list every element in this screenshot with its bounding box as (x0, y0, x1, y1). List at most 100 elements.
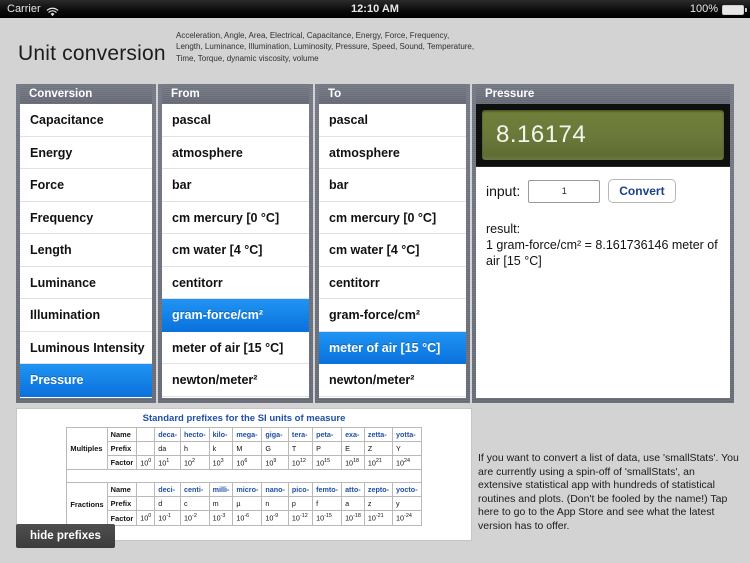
to-item-7[interactable]: meter of air [15 °C] (319, 331, 466, 364)
battery-percent-label: 100% (689, 3, 718, 15)
to-item-8[interactable]: newton/meter² (319, 364, 466, 397)
to-item-2[interactable]: bar (319, 169, 466, 202)
multiples-prefix-2: k (208, 441, 234, 456)
from-panel: From pascal atmosphere bar cm mercury [0 °C… (158, 84, 313, 403)
from-item-2[interactable]: bar (162, 169, 309, 202)
fractions-prefix-5: p (287, 496, 314, 512)
result-panel-body: 8.16174 input: 1 Convert result: 1 gram-… (476, 104, 730, 398)
input-label: input: (486, 183, 521, 199)
conversion-item-1[interactable]: Energy (20, 137, 152, 169)
multiples-factor-8: 1021 (363, 454, 394, 471)
multiples-name-0: deca- (154, 427, 182, 442)
from-item-0[interactable]: pascal (162, 104, 309, 137)
input-field[interactable]: 1 (528, 179, 601, 203)
to-item-0[interactable]: pascal (319, 104, 466, 137)
multiples-prefix-8: Z (363, 441, 394, 456)
fractions-name-3: micro- (232, 482, 263, 498)
to-item-6[interactable]: gram-force/cm² (319, 299, 466, 332)
prefix-table: Multiples Name deca-hecto-kilo-mega-giga-t… (66, 426, 422, 526)
multiples-factor-5: 1012 (287, 454, 314, 471)
multiples-prefix-3: M (232, 441, 263, 456)
fractions-prefix-1: c (180, 496, 210, 512)
multiples-name-9: yotta- (392, 427, 422, 442)
conversion-item-2[interactable]: Force (20, 169, 152, 202)
result-text: 1 gram-force/cm² = 8.161736146 meter of … (486, 238, 718, 268)
subtitle-categories: Acceleration, Angle, Area, Electrical, C… (176, 31, 475, 63)
to-item-4[interactable]: cm water [4 °C] (319, 234, 466, 267)
multiples-factor-2: 103 (208, 454, 234, 471)
conversion-item-5[interactable]: Luminance (20, 267, 152, 299)
to-list[interactable]: pascal atmosphere bar cm mercury [0 °C] cm w… (319, 104, 466, 398)
from-item-3[interactable]: cm mercury [0 °C] (162, 202, 309, 234)
to-item-3[interactable]: cm mercury [0 °C] (319, 202, 466, 234)
fractions-prefix-3: µ (232, 496, 263, 512)
fractions-name-1: centi- (180, 482, 210, 498)
fractions-factor-2: 10-3 (208, 510, 234, 526)
multiples-factor-3: 106 (232, 454, 263, 471)
from-item-8[interactable]: newton/meter² (162, 364, 309, 397)
result-block: result: 1 gram-force/cm² = 8.161736146 m… (476, 203, 730, 269)
fractions-prefix-9: y (392, 496, 422, 512)
from-item-5[interactable]: centitorr (162, 267, 309, 299)
fractions-factor-8: 10-21 (363, 510, 394, 526)
to-item-5[interactable]: centitorr (319, 267, 466, 299)
prefix-table-gap-row (66, 469, 422, 484)
fractions-row-name: Fractions Name deci-centi-milli-micro-nano… (66, 482, 422, 526)
multiples-name-label: Name (106, 427, 138, 442)
fractions-prefix-label: Prefix (106, 496, 138, 512)
multiples-name-2: kilo- (208, 427, 234, 442)
conversion-panel-header: Conversion (20, 84, 152, 104)
from-list[interactable]: pascal atmosphere bar cm mercury [0 °C] cm w… (162, 104, 309, 398)
lcd-display-bezel: 8.16174 (476, 104, 730, 167)
battery-icon (722, 5, 747, 15)
from-item-4[interactable]: cm water [4 °C] (162, 234, 309, 267)
fractions-prefix-7: a (341, 496, 365, 512)
page-title: Unit conversion (18, 42, 166, 65)
from-panel-header: From (162, 84, 309, 104)
prefix-table-title: Standard prefixes for the SI units of me… (142, 413, 346, 424)
multiples-prefix-7: E (341, 441, 365, 456)
multiples-name-8: zetta- (363, 427, 394, 442)
conversion-list[interactable]: Capacitance Energy Force Frequency Length Lum… (20, 104, 152, 398)
result-panel-header: Pressure (476, 84, 730, 104)
fractions-factor-3: 10-6 (232, 510, 263, 526)
promo-text[interactable]: If you want to convert a list of data, u… (478, 452, 740, 534)
from-item-1[interactable]: atmosphere (162, 137, 309, 169)
conversion-item-4[interactable]: Length (20, 234, 152, 267)
fractions-name-4: nano- (261, 482, 289, 498)
multiples-row-factor: Factor 100 101 102 103 106 109 1012 1015 1018 1021… (67, 454, 422, 471)
fractions-name-7: atto- (341, 482, 365, 498)
conversion-item-3[interactable]: Frequency (20, 202, 152, 234)
multiples-name-base-empty (136, 427, 156, 442)
fractions-prefix-2: m (208, 496, 234, 512)
from-item-7[interactable]: meter of air [15 °C] (162, 332, 309, 364)
multiples-factor-9: 1024 (392, 454, 422, 471)
multiples-name-4: giga- (261, 427, 289, 442)
lcd-display: 8.16174 (482, 110, 724, 160)
hide-prefixes-button[interactable]: hide prefixes (16, 524, 115, 548)
multiples-name-7: exa- (341, 427, 365, 442)
conversion-item-6[interactable]: Illumination (20, 299, 152, 332)
multiples-row-name: Multiples Name deca-hecto-kilo-mega-giga-t… (66, 426, 422, 471)
status-bar: Carrier 12:10 AM 100% (0, 0, 750, 18)
multiples-row-prefix: Prefix da h k M G T P E Z Y (67, 441, 422, 456)
fractions-prefix-8: z (363, 496, 394, 512)
fractions-factor-1: 10-2 (180, 510, 210, 526)
conversion-item-0[interactable]: Capacitance (20, 104, 152, 137)
to-item-1[interactable]: atmosphere (319, 137, 466, 169)
unit-conversion-app: Unit conversion Acceleration, Angle, Are… (0, 18, 750, 563)
fractions-name-2: milli- (208, 482, 234, 498)
fractions-row-factor: Factor 100 10-1 10-2 10-3 10-6 10-9 10-12 10-15 1… (67, 510, 422, 526)
fractions-factor-9: 10-24 (392, 510, 422, 526)
fractions-prefix-0: d (154, 496, 182, 512)
convert-button[interactable]: Convert (608, 179, 676, 203)
fractions-factor-4: 10-9 (261, 510, 289, 526)
prefix-table-gap-cell (66, 469, 422, 484)
to-panel: To pascal atmosphere bar cm mercury [0 °C] c… (315, 84, 470, 403)
fractions-name-label: Name (106, 482, 138, 498)
multiples-prefix-6: P (312, 441, 343, 456)
conversion-item-8[interactable]: Pressure (20, 364, 152, 397)
from-item-6[interactable]: gram-force/cm² (162, 299, 309, 332)
result-panel: Pressure 8.16174 input: 1 Convert result… (472, 84, 734, 403)
conversion-item-7[interactable]: Luminous Intensity (20, 332, 152, 364)
